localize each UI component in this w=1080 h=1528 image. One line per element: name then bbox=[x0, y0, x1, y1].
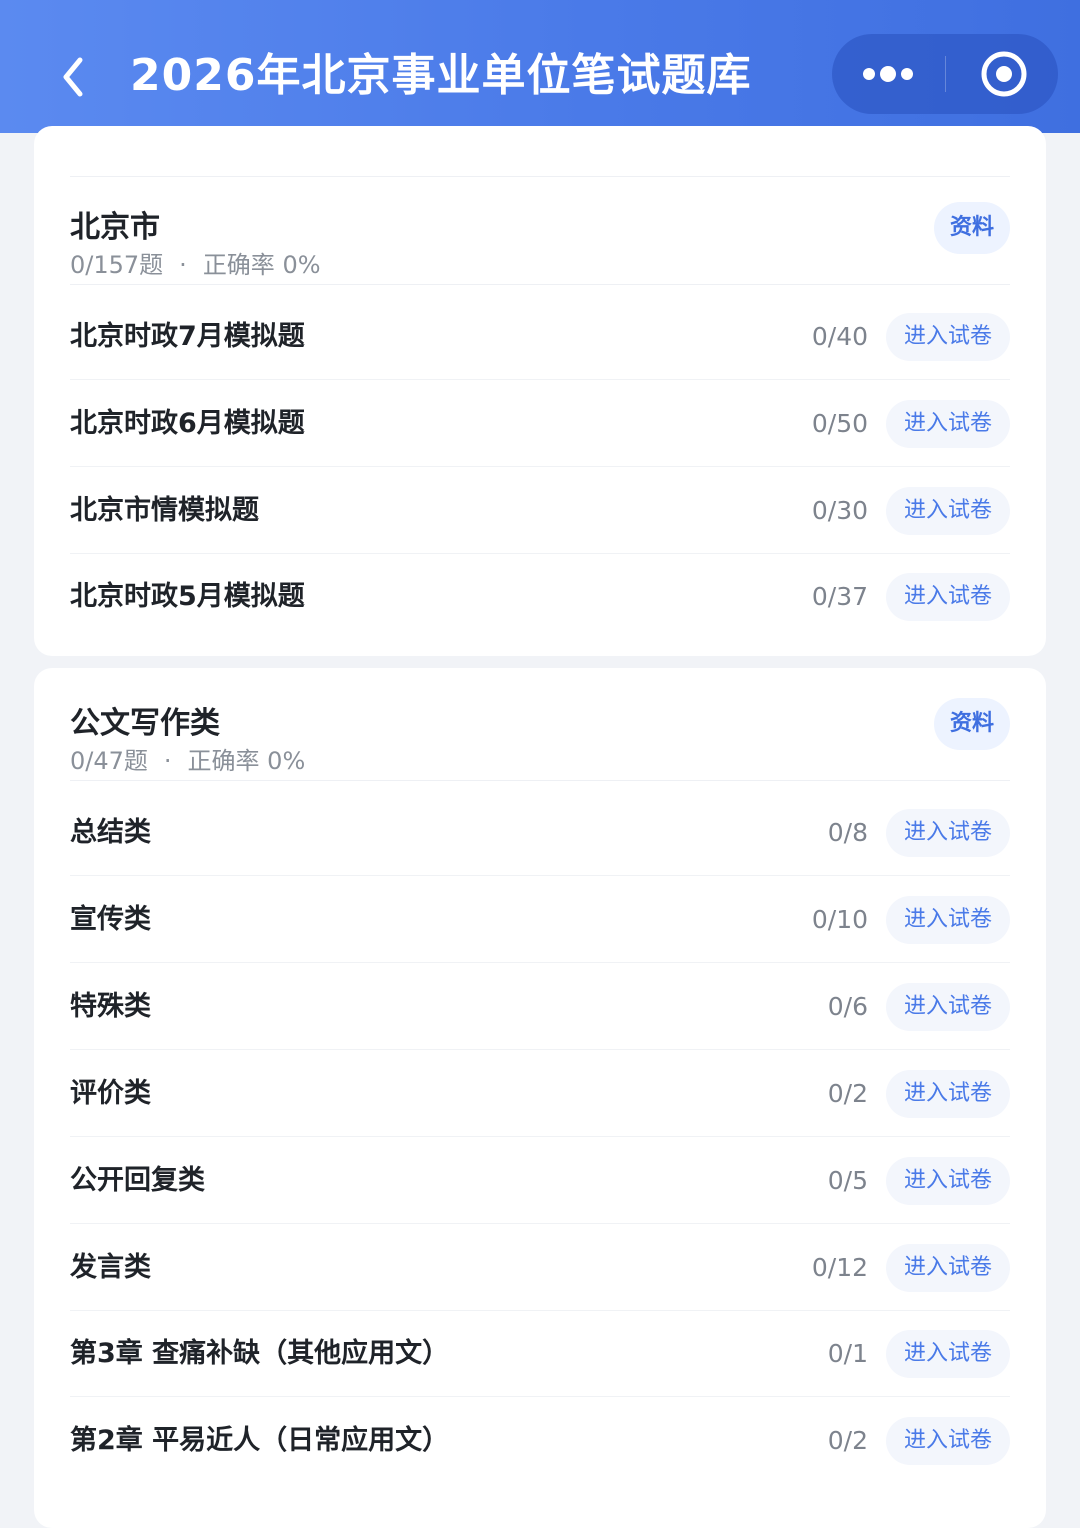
question-count: 0/157题 bbox=[70, 251, 164, 279]
paper-progress: 0/37 bbox=[811, 582, 868, 611]
paper-name: 第3章 查痛补缺（其他应用文） bbox=[70, 1338, 450, 1369]
section-title: 公文写作类 bbox=[70, 706, 220, 741]
list-item: 公开回复类 0/5 进入试卷 bbox=[34, 1138, 1046, 1224]
list-item: 宣传类 0/10 进入试卷 bbox=[34, 877, 1046, 963]
paper-progress: 0/5 bbox=[827, 1166, 868, 1195]
enter-paper-button[interactable]: 进入试卷 bbox=[886, 809, 1010, 857]
enter-paper-button[interactable]: 进入试卷 bbox=[886, 1417, 1010, 1465]
paper-name: 公开回复类 bbox=[70, 1165, 205, 1196]
stats-separator: · bbox=[163, 747, 172, 775]
enter-paper-button[interactable]: 进入试卷 bbox=[886, 1244, 1010, 1292]
row-divider bbox=[70, 1136, 1010, 1137]
section-card-official-writing: 公文写作类 0/47题 · 正确率 0% 资料 总结类 0/8 进入试卷 宣传类 0… bbox=[34, 668, 1046, 1528]
paper-progress: 0/2 bbox=[827, 1079, 868, 1108]
list-item: 第2章 平易近人（日常应用文） 0/2 进入试卷 bbox=[34, 1398, 1046, 1484]
section-top-divider bbox=[70, 176, 1010, 177]
stats-separator: · bbox=[179, 251, 187, 279]
list-item: 北京时政7月模拟题 0/40 进入试卷 bbox=[34, 294, 1046, 380]
mini-program-capsule bbox=[832, 34, 1058, 114]
row-divider bbox=[70, 1223, 1010, 1224]
paper-name: 北京时政6月模拟题 bbox=[70, 408, 305, 439]
enter-paper-button[interactable]: 进入试卷 bbox=[886, 313, 1010, 361]
paper-name: 北京市情模拟题 bbox=[70, 495, 259, 526]
more-dots-icon bbox=[863, 66, 913, 82]
question-count: 0/47题 bbox=[70, 747, 148, 775]
paper-name: 总结类 bbox=[70, 817, 151, 848]
enter-paper-button[interactable]: 进入试卷 bbox=[886, 400, 1010, 448]
paper-progress: 0/30 bbox=[811, 496, 868, 525]
enter-paper-button[interactable]: 进入试卷 bbox=[886, 573, 1010, 621]
paper-name: 特殊类 bbox=[70, 991, 151, 1022]
list-item: 北京时政5月模拟题 0/37 进入试卷 bbox=[34, 554, 1046, 640]
paper-progress: 0/8 bbox=[827, 818, 868, 847]
materials-button[interactable]: 资料 bbox=[934, 202, 1010, 254]
target-circle-icon bbox=[981, 51, 1027, 97]
list-item: 评价类 0/2 进入试卷 bbox=[34, 1051, 1046, 1137]
paper-name: 北京时政7月模拟题 bbox=[70, 321, 305, 352]
list-item: 特殊类 0/6 进入试卷 bbox=[34, 964, 1046, 1050]
more-button[interactable] bbox=[832, 34, 945, 114]
paper-progress: 0/6 bbox=[827, 992, 868, 1021]
list-item: 发言类 0/12 进入试卷 bbox=[34, 1225, 1046, 1311]
list-item: 总结类 0/8 进入试卷 bbox=[34, 790, 1046, 876]
paper-progress: 0/1 bbox=[827, 1339, 868, 1368]
enter-paper-button[interactable]: 进入试卷 bbox=[886, 1330, 1010, 1378]
enter-paper-button[interactable]: 进入试卷 bbox=[886, 487, 1010, 535]
section-header-divider bbox=[70, 780, 1010, 781]
paper-name: 北京时政5月模拟题 bbox=[70, 581, 305, 612]
row-divider bbox=[70, 875, 1010, 876]
paper-progress: 0/12 bbox=[811, 1253, 868, 1282]
section-stats: 0/157题 · 正确率 0% bbox=[70, 245, 321, 280]
paper-name: 第2章 平易近人（日常应用文） bbox=[70, 1425, 450, 1456]
enter-paper-button[interactable]: 进入试卷 bbox=[886, 983, 1010, 1031]
paper-name: 发言类 bbox=[70, 1252, 151, 1283]
list-item: 北京时政6月模拟题 0/50 进入试卷 bbox=[34, 381, 1046, 467]
paper-progress: 0/40 bbox=[811, 322, 868, 351]
back-button[interactable] bbox=[56, 52, 90, 102]
materials-button[interactable]: 资料 bbox=[934, 698, 1010, 750]
section-header-divider bbox=[70, 284, 1010, 285]
list-item: 第3章 查痛补缺（其他应用文） 0/1 进入试卷 bbox=[34, 1311, 1046, 1397]
paper-name: 宣传类 bbox=[70, 904, 151, 935]
paper-name: 评价类 bbox=[70, 1078, 151, 1109]
row-divider bbox=[70, 379, 1010, 380]
page-title: 2026年北京事业单位笔试题库 bbox=[130, 50, 752, 101]
row-divider bbox=[70, 466, 1010, 467]
chevron-left-icon bbox=[63, 57, 83, 97]
nav-header: 2026年北京事业单位笔试题库 bbox=[0, 0, 1080, 133]
row-divider bbox=[70, 1049, 1010, 1050]
enter-paper-button[interactable]: 进入试卷 bbox=[886, 1070, 1010, 1118]
section-stats: 0/47题 · 正确率 0% bbox=[70, 741, 305, 776]
section-card-beijing: 北京市 0/157题 · 正确率 0% 资料 北京时政7月模拟题 0/40 进入试卷… bbox=[34, 126, 1046, 656]
list-item: 北京市情模拟题 0/30 进入试卷 bbox=[34, 468, 1046, 554]
close-button[interactable] bbox=[946, 34, 1058, 114]
enter-paper-button[interactable]: 进入试卷 bbox=[886, 1157, 1010, 1205]
row-divider bbox=[70, 962, 1010, 963]
enter-paper-button[interactable]: 进入试卷 bbox=[886, 896, 1010, 944]
row-divider bbox=[70, 1396, 1010, 1397]
paper-progress: 0/2 bbox=[827, 1426, 868, 1455]
section-title: 北京市 bbox=[70, 210, 160, 245]
accuracy-rate: 正确率 0% bbox=[187, 747, 306, 775]
paper-progress: 0/10 bbox=[811, 905, 868, 934]
paper-progress: 0/50 bbox=[811, 409, 868, 438]
accuracy-rate: 正确率 0% bbox=[202, 251, 321, 279]
